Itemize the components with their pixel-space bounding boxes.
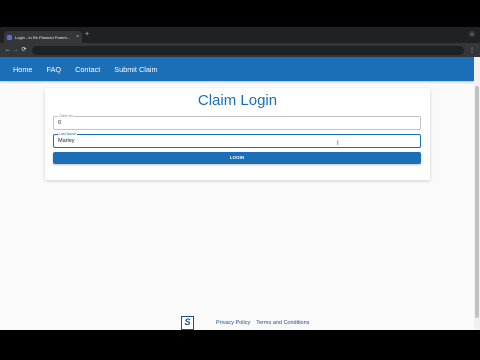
claim-no-label: Claim No <box>58 114 75 118</box>
tab-title: Login - In Re Planned Parent... <box>15 34 70 40</box>
last-name-field[interactable]: Last Name <box>53 132 421 148</box>
new-tab-icon[interactable]: + <box>85 31 89 39</box>
text-cursor-icon: I <box>337 141 339 147</box>
terms-link[interactable]: Terms and Conditions <box>256 320 309 326</box>
tab-close-icon[interactable]: × <box>76 34 79 40</box>
footer-logo: S <box>181 316 194 330</box>
back-icon[interactable]: ← <box>4 47 12 53</box>
reload-icon[interactable]: ⟳ <box>20 47 28 53</box>
browser-tab[interactable]: Login - In Re Planned Parent... × <box>4 31 82 43</box>
site-favicon-icon <box>7 34 12 40</box>
browser-toolbar: ← → ⟳ ⋮ <box>0 43 480 57</box>
letterbox-bottom <box>0 330 480 360</box>
page-scrollbar[interactable] <box>474 57 480 330</box>
claim-no-input[interactable] <box>58 120 358 126</box>
address-bar[interactable] <box>32 45 464 55</box>
forward-icon[interactable]: → <box>12 47 20 53</box>
login-card: Claim Login Claim No Last Name LOGIN <box>45 88 430 180</box>
nav-home-link[interactable]: Home <box>13 65 32 74</box>
last-name-input[interactable] <box>58 138 358 144</box>
last-name-label: Last Name <box>58 132 77 136</box>
scrollbar-thumb[interactable] <box>475 86 479 318</box>
footer-links: Privacy Policy Terms and Conditions <box>216 320 315 326</box>
nav-faq-link[interactable]: FAQ <box>46 65 61 74</box>
nav-submit-claim-link[interactable]: Submit Claim <box>114 65 157 74</box>
browser-menu-icon[interactable]: ⋮ <box>468 47 476 54</box>
page-title: Claim Login <box>197 92 278 109</box>
site-navbar: Home FAQ Contact Submit Claim <box>0 57 474 81</box>
privacy-policy-link[interactable]: Privacy Policy <box>216 320 250 326</box>
login-button[interactable]: LOGIN <box>53 152 421 164</box>
nav-contact-link[interactable]: Contact <box>75 65 100 74</box>
tab-search-icon[interactable]: ⌄ <box>469 31 475 37</box>
screen: Login - In Re Planned Parent... × + ⌄ ← … <box>0 0 480 360</box>
claim-no-field[interactable]: Claim No <box>53 114 421 130</box>
page-viewport: Home FAQ Contact Submit Claim Claim Logi… <box>0 57 474 330</box>
